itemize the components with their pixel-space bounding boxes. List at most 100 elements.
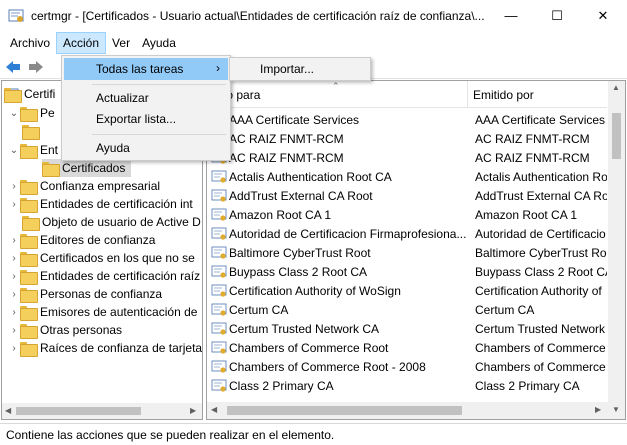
todas-las-tareas-submenu: Importar... [229, 57, 371, 81]
menu-archivo[interactable]: Archivo [4, 32, 56, 54]
table-row[interactable]: Chambers of Commerce Root - 2008 Chambers… [207, 357, 607, 376]
menu-item-exportar-lista[interactable]: Exportar lista... [64, 108, 228, 130]
table-row[interactable]: AddTrust External CA Root AddTrust Extern… [207, 186, 607, 205]
chevron-right-icon[interactable]: › [8, 177, 20, 195]
certificate-root-icon [4, 87, 22, 103]
tree-item-confianza-empresarial[interactable]: › Confianza empresarial [8, 177, 160, 195]
scrollbar-thumb[interactable] [227, 406, 462, 415]
status-bar: Contiene las acciones que se pueden real… [0, 423, 627, 445]
tree-item-no-confianza[interactable]: › Certificados en los que no se [8, 249, 195, 267]
chevron-right-icon[interactable]: › [8, 195, 20, 213]
chevron-right-icon[interactable]: › [8, 339, 20, 357]
cell-emitido-para: Actalis Authentication Root CA [229, 169, 392, 184]
cell-emitido-por: Chambers of Commerce R [475, 359, 607, 374]
scroll-left-icon[interactable]: ◀ [5, 406, 11, 415]
tree-item-raices-tarjeta[interactable]: › Raíces de confianza de tarjeta [8, 339, 202, 357]
menu-ayuda[interactable]: Ayuda [136, 32, 182, 54]
scrollbar-thumb[interactable] [612, 113, 621, 159]
tree-label: Confianza empresarial [40, 179, 161, 193]
tree-label: Otras personas [40, 323, 123, 337]
tree-item-active-directory[interactable]: Objeto de usuario de Active D [22, 213, 201, 231]
menu-ver[interactable]: Ver [106, 32, 136, 54]
cell-emitido-por: Chambers of Commerce R [475, 340, 607, 355]
back-arrow-icon[interactable] [3, 57, 23, 77]
table-row[interactable]: Certification Authority of WoSign Certifi… [207, 281, 607, 300]
folder-icon [20, 269, 38, 285]
table-row[interactable]: Autoridad de Certificacion Firmaprofesio… [207, 224, 607, 243]
forward-arrow-icon[interactable] [26, 57, 46, 77]
chevron-right-icon[interactable]: › [8, 285, 20, 303]
table-row[interactable]: Buypass Class 2 Root CA Buypass Class 2 R… [207, 262, 607, 281]
tree-horizontal-scrollbar[interactable]: ◀ ▶ [2, 403, 202, 419]
table-row[interactable]: AC RAIZ FNMT-RCM AC RAIZ FNMT-RCM [207, 148, 607, 167]
tree-item-entidades-raiz-terceros[interactable]: › Entidades de certificación raíz [8, 267, 200, 285]
tree-item-entidades-raiz[interactable]: ⌄ Ent [8, 141, 58, 159]
cell-emitido-por: Certum CA [475, 302, 535, 317]
list-horizontal-scrollbar[interactable]: ◀ ▶ [207, 402, 608, 419]
tree-item-otras-personas[interactable]: › Otras personas [8, 321, 122, 339]
table-row[interactable]: Baltimore CyberTrust Root Baltimore Cyber… [207, 243, 607, 262]
tree-item-certificados[interactable]: Certificados [42, 159, 132, 177]
scroll-right-icon[interactable]: ▶ [595, 405, 601, 414]
tree-label: Certificados en los que no se [40, 251, 195, 265]
chevron-down-icon[interactable]: ⌄ [8, 104, 20, 122]
cell-emitido-para: AC RAIZ FNMT-RCM [229, 131, 344, 146]
table-row[interactable]: AAA Certificate Services AAA Certificate … [207, 110, 607, 129]
menu-item-actualizar[interactable]: Actualizar [64, 87, 228, 109]
table-row[interactable]: Certum CA Certum CA [207, 300, 607, 319]
folder-icon [20, 179, 38, 195]
cell-emitido-para: Class 2 Primary CA [229, 378, 334, 393]
cell-emitido-para: Autoridad de Certificacion Firmaprofesio… [229, 226, 467, 241]
cell-emitido-para: Buypass Class 2 Root CA [229, 264, 368, 279]
menu-item-importar[interactable]: Importar... [232, 59, 368, 79]
chevron-right-icon[interactable]: › [8, 321, 20, 339]
tree-item-personas-confianza[interactable]: › Personas de confianza [8, 285, 162, 303]
menu-item-todas-las-tareas[interactable]: Todas las tareas › [64, 58, 228, 80]
table-row[interactable]: Actalis Authentication Root CA Actalis Au… [207, 167, 607, 186]
tree-item-personal[interactable]: ⌄ Pe [8, 104, 55, 122]
table-row[interactable]: AC RAIZ FNMT-RCM AC RAIZ FNMT-RCM [207, 129, 607, 148]
certificate-list[interactable]: itido para ⌃ Emitido por AAA Certificate… [206, 80, 626, 420]
tree-label: Ent [40, 143, 59, 157]
tree-item-editores-confianza[interactable]: › Editores de confianza [8, 231, 155, 249]
chevron-right-icon[interactable]: › [8, 231, 20, 249]
menu-item-label: Exportar lista... [96, 112, 177, 126]
table-row[interactable]: Amazon Root CA 1 Amazon Root CA 1 [207, 205, 607, 224]
menu-item-ayuda[interactable]: Ayuda [64, 137, 228, 159]
chevron-down-icon[interactable]: ⌄ [8, 141, 20, 159]
column-header-emitido-por[interactable]: Emitido por [469, 81, 609, 108]
folder-icon [20, 251, 38, 267]
table-row[interactable]: Class 2 Primary CA Class 2 Primary CA [207, 376, 607, 395]
table-row[interactable]: Certum Trusted Network CA Certum Trusted … [207, 319, 607, 338]
folder-icon [20, 287, 38, 303]
tree-item-personal-child[interactable] [22, 122, 42, 140]
close-button[interactable]: ✕ [580, 0, 626, 31]
cell-emitido-para: AAA Certificate Services [229, 112, 360, 127]
list-vertical-scrollbar[interactable]: ▲ ▼ [608, 81, 625, 419]
maximize-button[interactable]: ☐ [534, 0, 580, 31]
minimize-button[interactable]: — [488, 0, 534, 31]
menu-separator [92, 84, 226, 85]
title-bar: certmgr - [Certificados - Usuario actual… [0, 0, 627, 31]
chevron-right-icon: › [216, 61, 220, 75]
folder-icon [20, 197, 38, 213]
tree-item-certificados-usuario[interactable]: Certifi [4, 85, 55, 103]
certificate-icon [211, 341, 227, 355]
chevron-right-icon[interactable]: › [8, 267, 20, 285]
tree-label: Entidades de certificación raíz [40, 269, 201, 283]
tree-item-emisores-autenticacion[interactable]: › Emisores de autenticación de [8, 303, 197, 321]
scroll-down-icon[interactable]: ▼ [612, 405, 620, 414]
chevron-right-icon[interactable]: › [8, 249, 20, 267]
certificate-icon [211, 208, 227, 222]
menu-item-label: Actualizar [96, 91, 149, 105]
chevron-right-icon[interactable]: › [8, 303, 20, 321]
scroll-right-icon[interactable]: ▶ [190, 406, 196, 415]
table-row[interactable]: Chambers of Commerce Root Chambers of Com… [207, 338, 607, 357]
scrollbar-thumb[interactable] [16, 407, 141, 415]
certificate-icon [211, 246, 227, 260]
menu-accion[interactable]: Acción [56, 32, 107, 54]
column-label: Emitido por [473, 87, 534, 102]
scroll-up-icon[interactable]: ▲ [612, 83, 620, 92]
tree-item-entidades-intermedias[interactable]: › Entidades de certificación int [8, 195, 193, 213]
scroll-left-icon[interactable]: ◀ [211, 405, 217, 414]
